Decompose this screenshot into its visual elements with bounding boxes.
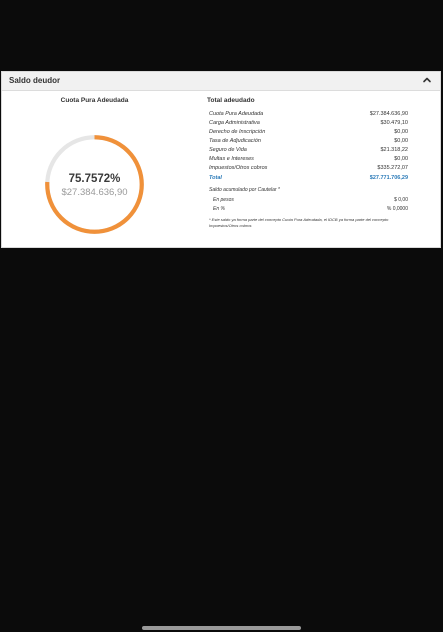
row-value: $0,00 bbox=[394, 129, 408, 135]
saldo-percent-value: % 0,0000 bbox=[386, 206, 408, 212]
total-label: Total bbox=[209, 175, 222, 181]
row-label: Derecho de Inscripción bbox=[209, 129, 266, 135]
donut-title: Cuota Pura Adeudada bbox=[60, 97, 129, 104]
summary-row: Seguro de Vida $21.318,22 bbox=[209, 147, 408, 156]
saldo-deudor-panel: Saldo deudor Cuota Pura Adeudada 75.7572… bbox=[1, 71, 441, 248]
chevron-up-icon[interactable] bbox=[422, 75, 432, 85]
summary-row: Tasa de Adjudicación $0,00 bbox=[209, 138, 408, 147]
summary-title: Total adeudado bbox=[207, 97, 255, 104]
summary-row: Multas e Intereses $0,00 bbox=[209, 156, 408, 165]
summary-row: Derecho de Inscripción $0,00 bbox=[209, 129, 408, 138]
row-value: $335.272,07 bbox=[377, 165, 408, 171]
panel-header[interactable]: Saldo deudor bbox=[2, 72, 440, 91]
panel-title: Saldo deudor bbox=[9, 76, 61, 85]
row-label: Impuestos/Otros cobros bbox=[209, 165, 268, 171]
row-label: Cuota Pura Adeudada bbox=[209, 111, 264, 117]
row-value: $30.479,10 bbox=[380, 120, 408, 126]
saldo-percent-row: En % % 0,0000 bbox=[213, 206, 408, 212]
row-label: Carga Administrativa bbox=[209, 120, 260, 126]
row-value: $0,00 bbox=[394, 138, 408, 144]
total-value: $27.771.706,29 bbox=[369, 175, 408, 181]
row-value: $21.318,22 bbox=[380, 147, 408, 153]
saldo-pesos-value: $ 0,00 bbox=[394, 197, 408, 203]
row-value: $27.384.636,90 bbox=[369, 111, 408, 117]
row-label: Multas e Intereses bbox=[209, 156, 254, 162]
summary-total-row: Total $27.771.706,29 bbox=[209, 175, 408, 184]
summary-row: Cuota Pura Adeudada $27.384.636,90 bbox=[209, 111, 408, 120]
row-label: Tasa de Adjudicación bbox=[209, 138, 261, 144]
summary-row: Carga Administrativa $30.479,10 bbox=[209, 120, 408, 129]
donut-percent: 75.7572% bbox=[68, 173, 121, 185]
home-indicator[interactable] bbox=[142, 626, 301, 630]
saldo-pesos-row: En pesos $ 0,00 bbox=[213, 197, 408, 203]
summary-row: Impuestos/Otros cobros $335.272,07 bbox=[209, 165, 408, 174]
saldo-percent-label: En % bbox=[213, 206, 225, 212]
saldo-pesos-label: En pesos bbox=[213, 197, 234, 203]
footnote: * Este saldo ya forma parte del concepto… bbox=[209, 217, 389, 228]
donut-amount: $27.384.636,90 bbox=[61, 187, 128, 198]
donut-section: Cuota Pura Adeudada 75.7572% $27.384.636… bbox=[2, 91, 187, 247]
saldo-cautelar-label: Saldo acumulado por Cautelar * bbox=[209, 187, 280, 193]
row-value: $0,00 bbox=[394, 156, 408, 162]
row-label: Seguro de Vida bbox=[209, 147, 247, 153]
